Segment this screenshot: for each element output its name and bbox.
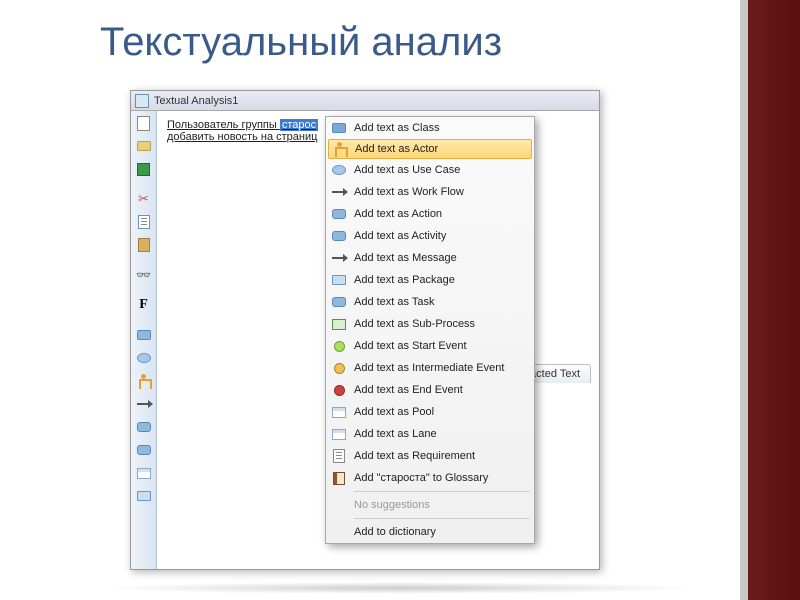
menu-item-4[interactable]: Add text as Action xyxy=(326,203,534,225)
tool-arrow-icon[interactable] xyxy=(134,394,154,414)
menu-item-5[interactable]: Add text as Activity xyxy=(326,225,534,247)
tool-paste-icon[interactable] xyxy=(134,235,154,255)
menu-item-9[interactable]: Add text as Sub-Process xyxy=(326,313,534,335)
text-line-1: Пользователь группы старос xyxy=(167,119,318,131)
rect-round-icon xyxy=(330,228,348,244)
menu-item-label: Add text as Pool xyxy=(354,406,434,418)
menu-item-label: Add text as Activity xyxy=(354,230,446,242)
tool-folder-icon[interactable] xyxy=(134,486,154,506)
menu-item-label: Add text as Sub-Process xyxy=(354,318,475,330)
selected-text: старос xyxy=(280,119,318,131)
oval-icon xyxy=(330,162,348,178)
swim-icon xyxy=(330,404,348,420)
tool-font-icon[interactable]: F xyxy=(134,295,154,315)
menu-item-label: Add text as Work Flow xyxy=(354,186,464,198)
menu-item-label: Add text as Package xyxy=(354,274,455,286)
slide-shadow xyxy=(100,582,700,594)
slide-title: Текстуальный анализ xyxy=(0,0,800,65)
rect-round-icon xyxy=(330,294,348,310)
menu-item-label: Add text as Actor xyxy=(355,143,438,155)
window-title: Textual Analysis1 xyxy=(154,95,238,107)
menu-item-label: Add text as Message xyxy=(354,252,457,264)
slide-right-border xyxy=(740,0,800,600)
class-rect-icon xyxy=(330,120,348,136)
menu-item-label: Add text as Action xyxy=(354,208,442,220)
window-doc-icon xyxy=(135,94,149,108)
menu-add-to-dictionary[interactable]: Add to dictionary xyxy=(326,521,534,543)
menu-item-2[interactable]: Add text as Use Case xyxy=(326,159,534,181)
toolbar-left: ✂ 👓 F xyxy=(131,111,157,569)
tool-actor-icon[interactable] xyxy=(134,371,154,391)
menu-no-suggestions: No suggestions xyxy=(326,494,534,516)
rect-plus-icon xyxy=(330,316,348,332)
menu-item-0[interactable]: Add text as Class xyxy=(326,117,534,139)
doc-icon xyxy=(330,448,348,464)
tool-class-icon[interactable] xyxy=(134,325,154,345)
menu-item-label: Add text as End Event xyxy=(354,384,463,396)
menu-item-7[interactable]: Add text as Package xyxy=(326,269,534,291)
window-titlebar: Textual Analysis1 xyxy=(131,91,599,111)
arrow-icon xyxy=(330,250,348,266)
tool-usecase-icon[interactable] xyxy=(134,348,154,368)
circle-icon xyxy=(330,360,348,376)
menu-item-label: Add text as Task xyxy=(354,296,435,308)
swim-icon xyxy=(330,426,348,442)
tool-copy-icon[interactable] xyxy=(134,212,154,232)
menu-item-label: Add "староста" to Glossary xyxy=(354,472,488,484)
tool-activity-icon[interactable] xyxy=(134,440,154,460)
menu-item-10[interactable]: Add text as Start Event xyxy=(326,335,534,357)
rect-round-icon xyxy=(330,206,348,222)
menu-item-16[interactable]: Add "староста" to Glossary xyxy=(326,467,534,489)
menu-item-label: Add text as Lane xyxy=(354,428,437,440)
actor-icon xyxy=(331,141,349,157)
menu-item-label: Add text as Start Event xyxy=(354,340,467,352)
menu-item-label: Add text as Requirement xyxy=(354,450,475,462)
tool-save-icon[interactable] xyxy=(134,159,154,179)
tool-action-icon[interactable] xyxy=(134,417,154,437)
slide: Текстуальный анализ Textual Analysis1 ✂ … xyxy=(0,0,800,600)
menu-item-1[interactable]: Add text as Actor xyxy=(328,139,532,159)
menu-item-13[interactable]: Add text as Pool xyxy=(326,401,534,423)
tool-new-icon[interactable] xyxy=(134,113,154,133)
circle-icon xyxy=(330,382,348,398)
circle-icon xyxy=(330,338,348,354)
menu-item-label: Add text as Class xyxy=(354,122,440,134)
menu-item-15[interactable]: Add text as Requirement xyxy=(326,445,534,467)
menu-item-label: Add text as Intermediate Event xyxy=(354,362,504,374)
menu-item-8[interactable]: Add text as Task xyxy=(326,291,534,313)
menu-item-11[interactable]: Add text as Intermediate Event xyxy=(326,357,534,379)
menu-item-6[interactable]: Add text as Message xyxy=(326,247,534,269)
book-icon xyxy=(330,470,348,486)
tool-cut-icon[interactable]: ✂ xyxy=(134,189,154,209)
tool-find-icon[interactable]: 👓 xyxy=(134,265,154,285)
tool-open-icon[interactable] xyxy=(134,136,154,156)
text-line-2: добавить новость на страниц xyxy=(167,131,317,143)
menu-item-14[interactable]: Add text as Lane xyxy=(326,423,534,445)
context-menu: Add text as Class Add text as Actor Add te… xyxy=(325,116,535,544)
folder-blue-icon xyxy=(330,272,348,288)
menu-item-12[interactable]: Add text as End Event xyxy=(326,379,534,401)
arrow-icon xyxy=(330,184,348,200)
tool-package-icon[interactable] xyxy=(134,463,154,483)
menu-item-3[interactable]: Add text as Work Flow xyxy=(326,181,534,203)
menu-item-label: Add text as Use Case xyxy=(354,164,460,176)
